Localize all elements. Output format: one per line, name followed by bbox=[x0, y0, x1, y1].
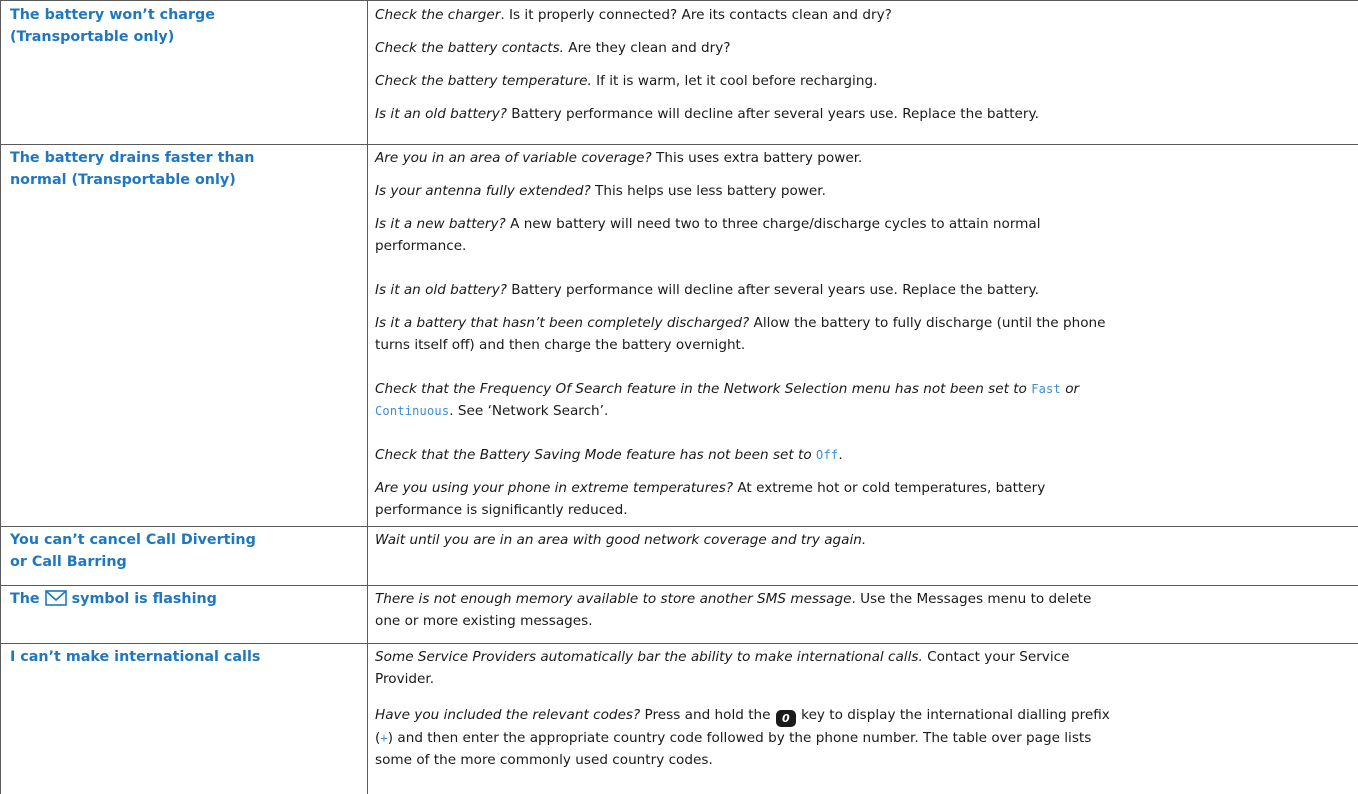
problem-heading: The battery drains faster than normal (T… bbox=[10, 147, 355, 191]
lcd-text-plus: + bbox=[380, 731, 388, 745]
problem-heading: I can’t make international calls bbox=[10, 646, 355, 668]
solution-paragraph: Is it an old battery? Battery performanc… bbox=[375, 106, 1039, 122]
solution-paragraph: Wait until you are in an area with good … bbox=[375, 532, 867, 548]
problem-line: The battery won’t charge bbox=[10, 7, 215, 23]
solution-paragraph: Are you in an area of variable coverage?… bbox=[375, 150, 863, 166]
solution-paragraph: Check the battery temperature. If it is … bbox=[375, 73, 878, 89]
solution-paragraph: Are you using your phone in extreme temp… bbox=[375, 480, 1046, 518]
problem-line: normal (Transportable only) bbox=[10, 172, 236, 188]
row-divider bbox=[0, 526, 1358, 527]
envelope-icon bbox=[44, 589, 67, 614]
lcd-text-off: Off bbox=[816, 448, 839, 462]
solution-paragraph: Have you included the relevant codes? Pr… bbox=[375, 707, 1110, 768]
lcd-text-continuous: Continuous bbox=[375, 404, 450, 418]
solution-paragraph: Is it an old battery? Battery performanc… bbox=[375, 282, 1039, 298]
problem-line: The bbox=[10, 591, 40, 607]
row-divider bbox=[0, 643, 1358, 644]
solution-paragraph: Is it a new battery? A new battery will … bbox=[375, 216, 1041, 254]
solution-paragraph: Check that the Frequency Of Search featu… bbox=[375, 381, 1080, 419]
table-left-border bbox=[0, 0, 1, 794]
problem-heading: You can’t cancel Call Diverting or Call … bbox=[10, 529, 355, 573]
problem-line: You can’t cancel Call Diverting bbox=[10, 532, 256, 548]
solution-paragraph: There is not enough memory available to … bbox=[375, 591, 1092, 629]
solution-paragraph: Some Service Providers automatically bar… bbox=[375, 649, 1070, 687]
problem-line: symbol is flashing bbox=[71, 591, 217, 607]
row-divider bbox=[0, 585, 1358, 586]
solution-paragraph: Is your antenna fully extended? This hel… bbox=[375, 183, 826, 199]
problem-line: or Call Barring bbox=[10, 554, 127, 570]
solution-paragraph: Check that the Battery Saving Mode featu… bbox=[375, 447, 843, 463]
problem-line: The battery drains faster than bbox=[10, 150, 255, 166]
lcd-text-fast: Fast bbox=[1031, 382, 1061, 396]
problem-heading: The battery won’t charge (Transportable … bbox=[10, 4, 355, 48]
row-divider bbox=[0, 144, 1358, 145]
problem-line: (Transportable only) bbox=[10, 29, 175, 45]
table-column-divider bbox=[367, 0, 368, 794]
zero-key-icon: 0 bbox=[775, 710, 796, 727]
problem-heading: The symbol is flashing bbox=[10, 588, 355, 614]
problem-line: I can’t make international calls bbox=[10, 649, 261, 665]
solution-paragraph: Check the charger. Is it properly connec… bbox=[375, 7, 892, 23]
row-divider bbox=[0, 0, 1358, 1]
solution-paragraph: Check the battery contacts. Are they cle… bbox=[375, 40, 731, 56]
solution-paragraph: Is it a battery that hasn’t been complet… bbox=[375, 315, 1106, 353]
